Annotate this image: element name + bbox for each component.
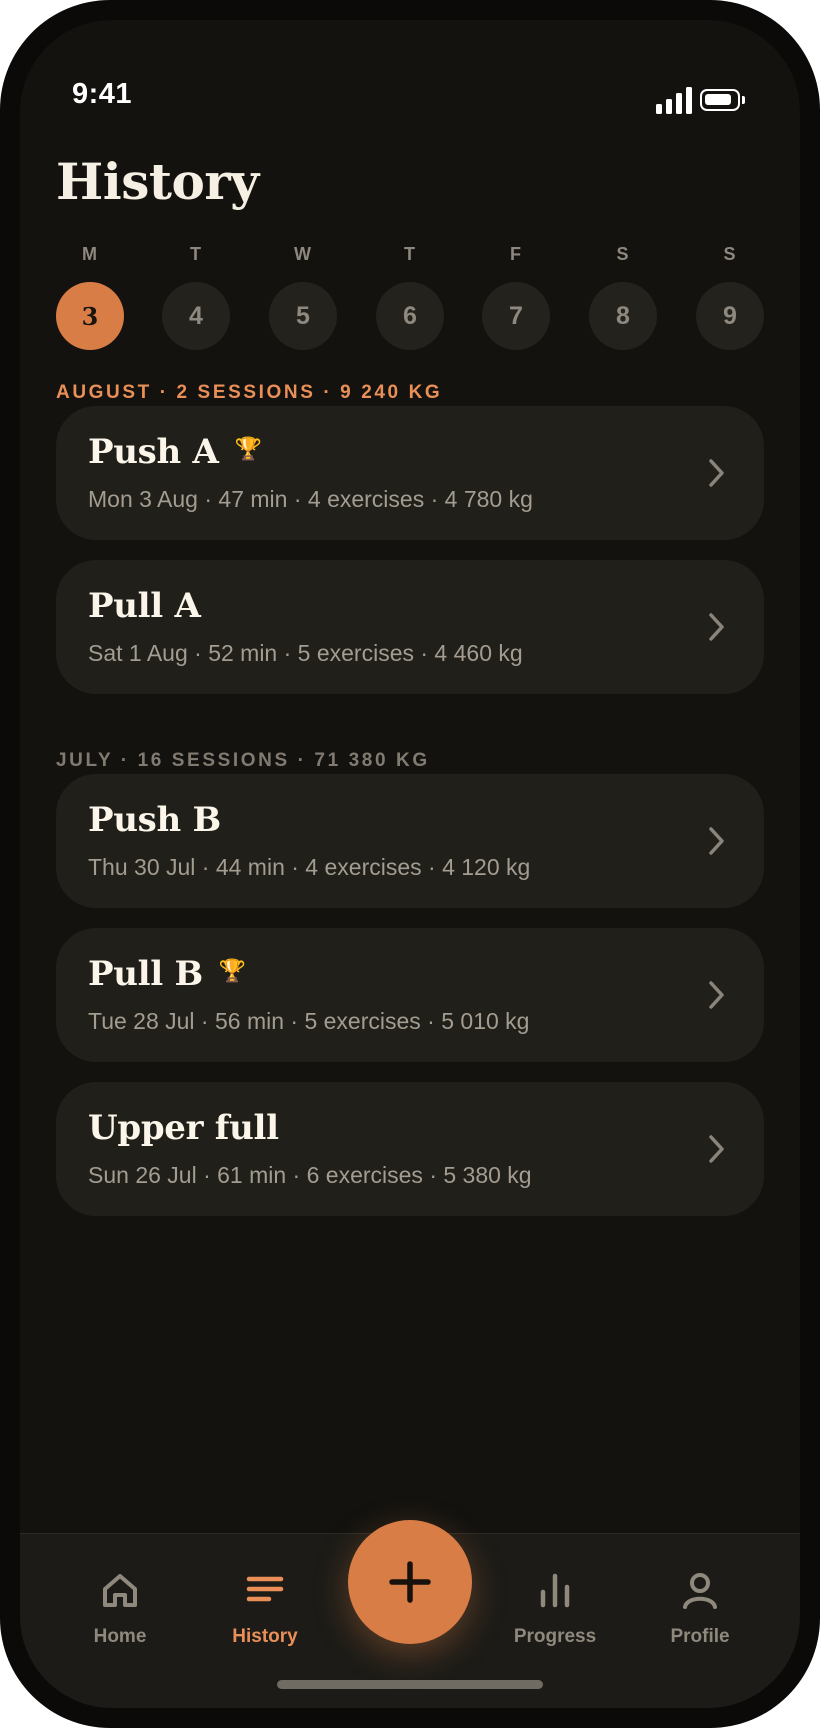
session-card-push-a[interactable]: Push A 🏆 Mon 3 Aug · 47 min · 4 exercise… <box>56 406 764 540</box>
session-name: Push B <box>88 800 221 840</box>
battery-icon <box>700 89 745 111</box>
chevron-right-icon <box>709 827 724 855</box>
day-saturday[interactable]: S 8 <box>589 242 657 352</box>
month-header-july: JULY · 16 SESSIONS · 71 380 KG <box>56 750 430 771</box>
app-screen: 9:41 History M 3 T 4 W 5 T 6 F 7 S 8 S 9… <box>20 20 800 1708</box>
tab-progress-label: Progress <box>513 1626 597 1647</box>
session-meta: Sat 1 Aug · 52 min · 5 exercises · 4 460… <box>88 640 523 666</box>
day-date[interactable]: 9 <box>696 282 764 350</box>
phone-frame: 9:41 History M 3 T 4 W 5 T 6 F 7 S 8 S 9… <box>0 0 820 1728</box>
home-indicator[interactable] <box>277 1680 543 1689</box>
home-icon <box>103 1574 137 1607</box>
person-icon <box>683 1573 717 1609</box>
tab-home-label: Home <box>93 1626 147 1647</box>
day-letter: T <box>404 244 416 264</box>
chevron-right-icon <box>709 1135 724 1163</box>
day-wednesday[interactable]: W 5 <box>269 242 337 352</box>
session-name: Pull A <box>88 586 201 626</box>
status-time: 9:41 <box>72 78 133 110</box>
page-title: History <box>56 152 259 211</box>
session-meta: Thu 30 Jul · 44 min · 4 exercises · 4 12… <box>88 854 531 880</box>
day-date[interactable]: 8 <box>589 282 657 350</box>
bar-chart-icon <box>540 1573 570 1608</box>
day-date[interactable]: 5 <box>269 282 337 350</box>
chevron-right-icon <box>709 613 724 641</box>
session-title: Push B <box>88 800 221 840</box>
tab-profile-label: Profile <box>670 1626 730 1647</box>
day-letter: S <box>723 244 737 264</box>
tab-profile[interactable]: Profile <box>640 1570 760 1660</box>
session-name: Pull B <box>88 954 203 994</box>
session-name: Push A <box>88 432 219 472</box>
day-thursday[interactable]: T 6 <box>376 242 444 352</box>
trophy-icon: 🏆 <box>218 958 246 984</box>
day-letter: F <box>510 244 522 264</box>
tab-home[interactable]: Home <box>60 1570 180 1660</box>
add-session-button[interactable] <box>348 1520 472 1644</box>
session-meta: Tue 28 Jul · 56 min · 5 exercises · 5 01… <box>88 1008 530 1034</box>
session-card-upper-full[interactable]: Upper full Sun 26 Jul · 61 min · 6 exerc… <box>56 1082 764 1216</box>
session-meta: Sun 26 Jul · 61 min · 6 exercises · 5 38… <box>88 1162 532 1188</box>
session-title: Upper full <box>88 1108 279 1148</box>
day-date-selected[interactable]: 3 <box>56 282 124 350</box>
history-list-icon <box>246 1576 284 1602</box>
day-sunday[interactable]: S 9 <box>696 242 764 352</box>
chevron-right-icon <box>709 459 724 487</box>
tab-history-label: History <box>232 1626 298 1647</box>
day-letter: W <box>294 244 312 264</box>
chevron-right-icon <box>709 981 724 1009</box>
day-letter: S <box>616 244 630 264</box>
day-friday[interactable]: F 7 <box>482 242 550 352</box>
month-header-august: AUGUST · 2 SESSIONS · 9 240 KG <box>56 382 443 403</box>
day-letter: T <box>190 244 202 264</box>
week-strip: M 3 T 4 W 5 T 6 F 7 S 8 S 9 <box>56 242 764 352</box>
day-letter: M <box>82 244 98 264</box>
session-title: Pull B 🏆 <box>88 954 246 994</box>
session-card-pull-a[interactable]: Pull A Sat 1 Aug · 52 min · 5 exercises … <box>56 560 764 694</box>
status-bar: 9:41 <box>20 20 800 130</box>
day-monday[interactable]: M 3 <box>56 242 124 352</box>
session-card-pull-b[interactable]: Pull B 🏆 Tue 28 Jul · 56 min · 5 exercis… <box>56 928 764 1062</box>
trophy-icon: 🏆 <box>234 436 262 462</box>
day-date[interactable]: 4 <box>162 282 230 350</box>
tab-history[interactable]: History <box>205 1570 325 1660</box>
session-title: Pull A <box>88 586 201 626</box>
tab-progress[interactable]: Progress <box>495 1570 615 1660</box>
day-tuesday[interactable]: T 4 <box>162 242 230 352</box>
day-date[interactable]: 7 <box>482 282 550 350</box>
day-date[interactable]: 6 <box>376 282 444 350</box>
session-card-push-b[interactable]: Push B Thu 30 Jul · 44 min · 4 exercises… <box>56 774 764 908</box>
plus-icon <box>389 1561 431 1603</box>
session-meta: Mon 3 Aug · 47 min · 4 exercises · 4 780… <box>88 486 533 512</box>
signal-icon <box>656 86 692 114</box>
session-name: Upper full <box>88 1108 279 1148</box>
session-title: Push A 🏆 <box>88 432 262 472</box>
